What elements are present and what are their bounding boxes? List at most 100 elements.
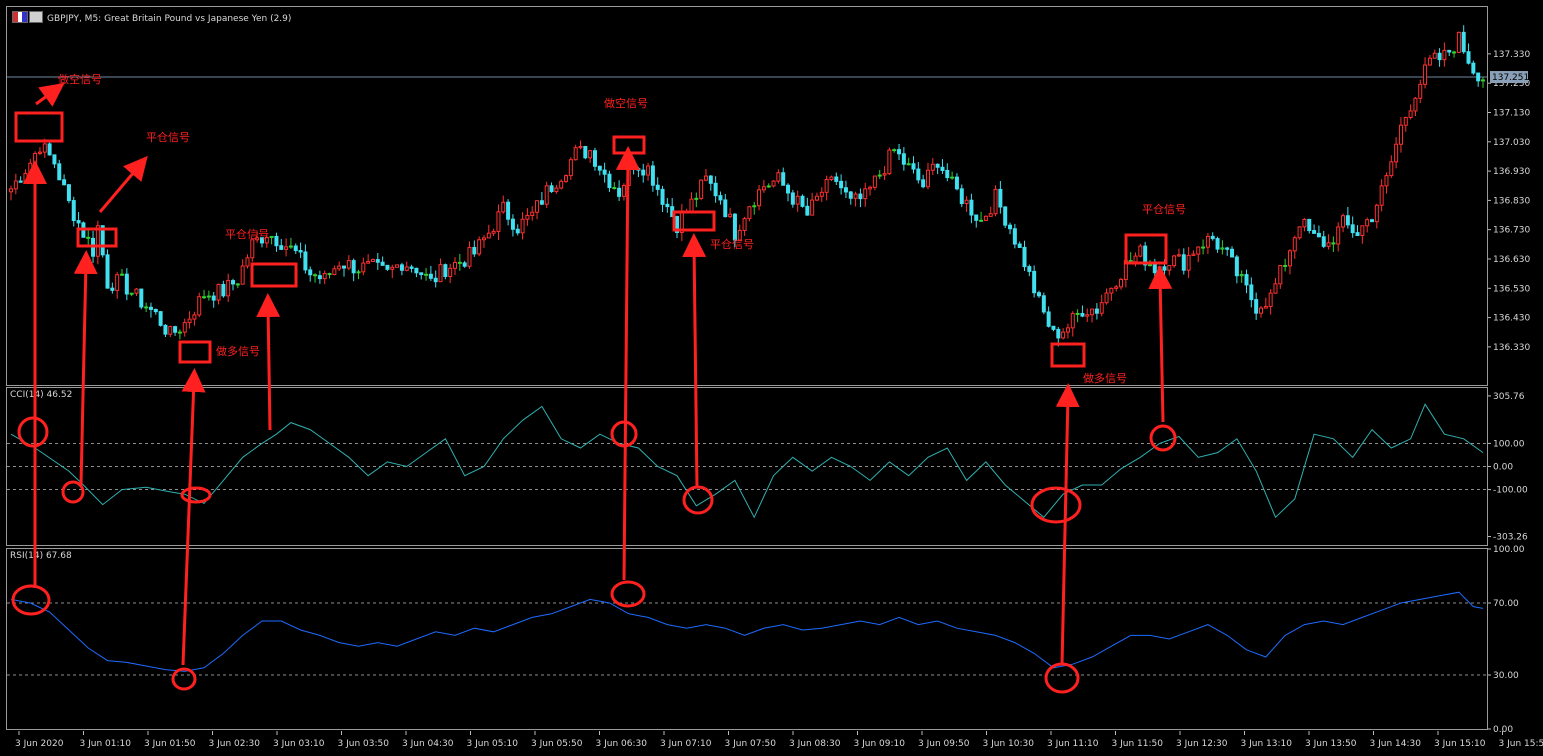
- candle-body: [245, 257, 250, 267]
- candle: [790, 189, 795, 208]
- rsi-tick-label: 70.00: [1493, 599, 1519, 609]
- candle: [1090, 308, 1095, 323]
- price-tick-label: 137.330: [1493, 50, 1530, 60]
- candle-body: [510, 218, 515, 230]
- candle: [462, 260, 467, 268]
- candle: [1143, 241, 1148, 271]
- price-tick-label: 136.830: [1493, 196, 1530, 206]
- candle-body: [124, 273, 129, 295]
- price-chart-pane[interactable]: GBPJPY, M5: Great Britain Pound vs Japan…: [6, 6, 1488, 386]
- candle-body: [549, 185, 554, 193]
- candle: [433, 270, 438, 288]
- candle: [800, 194, 805, 208]
- candle-body: [732, 213, 737, 241]
- candle: [33, 151, 38, 168]
- candle: [66, 183, 71, 204]
- candle-body: [723, 199, 728, 218]
- candle: [491, 228, 496, 236]
- candle: [1307, 218, 1312, 234]
- candle-body: [786, 184, 791, 194]
- candle: [1394, 137, 1399, 169]
- price-tick-label: 136.530: [1493, 284, 1530, 294]
- candle: [921, 174, 926, 189]
- candle: [848, 191, 853, 205]
- candle: [409, 264, 414, 273]
- candle-body: [940, 166, 945, 171]
- candle-body: [259, 237, 264, 244]
- candle-body: [1123, 260, 1128, 280]
- candle-body: [795, 195, 800, 205]
- candle: [192, 311, 197, 326]
- candle: [1456, 31, 1461, 53]
- candle-body: [814, 195, 819, 201]
- candle-body: [337, 265, 342, 270]
- candle-body: [120, 273, 125, 276]
- candle: [105, 249, 110, 289]
- time-tick-label: 3 Jun 09:10: [854, 739, 906, 749]
- candle-body: [1196, 246, 1201, 255]
- candle: [1119, 277, 1124, 290]
- candle: [1022, 240, 1027, 271]
- candle: [1128, 252, 1133, 263]
- candle-body: [424, 273, 429, 276]
- candle: [1104, 288, 1109, 305]
- candle-body: [1176, 254, 1181, 257]
- candle-body: [1302, 218, 1307, 228]
- candle: [182, 318, 187, 337]
- candle: [1080, 305, 1085, 318]
- candle-body: [853, 193, 858, 199]
- candle: [1292, 235, 1297, 259]
- candle-body: [1437, 52, 1442, 61]
- candle-body: [81, 222, 86, 238]
- candle: [1437, 48, 1442, 67]
- candle: [805, 197, 810, 216]
- cci-chart-svg: [7, 403, 1487, 519]
- rsi-chart-svg: [7, 591, 1487, 676]
- candle-body: [288, 245, 293, 248]
- time-tick-label: 3 Jun 05:50: [531, 739, 583, 749]
- candle: [916, 162, 921, 184]
- candle-body: [882, 173, 887, 176]
- candle-body: [810, 199, 815, 216]
- candle-body: [317, 275, 322, 280]
- candle: [259, 237, 264, 248]
- candle-body: [737, 229, 742, 241]
- candle-body: [1292, 237, 1297, 252]
- candle-body: [1408, 110, 1413, 118]
- cci-pane[interactable]: CCI(14) 46.52: [6, 387, 1488, 546]
- candle: [617, 180, 622, 202]
- candle: [414, 267, 419, 278]
- candle: [906, 157, 911, 166]
- candle: [115, 272, 120, 299]
- candle: [636, 166, 641, 178]
- time-tick-label: 3 Jun 04:30: [402, 739, 454, 749]
- candle-body: [303, 251, 308, 271]
- candle-body: [76, 220, 81, 224]
- candle-body: [134, 288, 139, 294]
- candle-body: [1051, 325, 1056, 330]
- candle-body: [877, 174, 882, 177]
- candle-body: [1384, 175, 1389, 187]
- candle: [332, 265, 337, 276]
- candle-body: [1481, 79, 1485, 82]
- rsi-pane[interactable]: RSI(14) 67.68: [6, 548, 1488, 730]
- candle-body: [535, 200, 540, 213]
- candle: [327, 272, 332, 279]
- candle: [660, 185, 665, 213]
- candle: [810, 192, 815, 216]
- candle-body: [1114, 286, 1119, 289]
- candle-body: [274, 235, 279, 247]
- candle-body: [925, 169, 930, 188]
- candle-body: [279, 245, 284, 250]
- candle: [781, 167, 786, 186]
- candle-body: [139, 288, 144, 308]
- candle: [448, 263, 453, 284]
- candle-body: [718, 195, 723, 201]
- candle-body: [342, 265, 347, 269]
- rsi-tick-label: 100.00: [1493, 545, 1525, 555]
- candle-body: [906, 163, 911, 166]
- candle-body: [477, 239, 482, 255]
- candle-body: [636, 168, 641, 171]
- candle: [1321, 230, 1326, 249]
- candle-body: [621, 184, 626, 197]
